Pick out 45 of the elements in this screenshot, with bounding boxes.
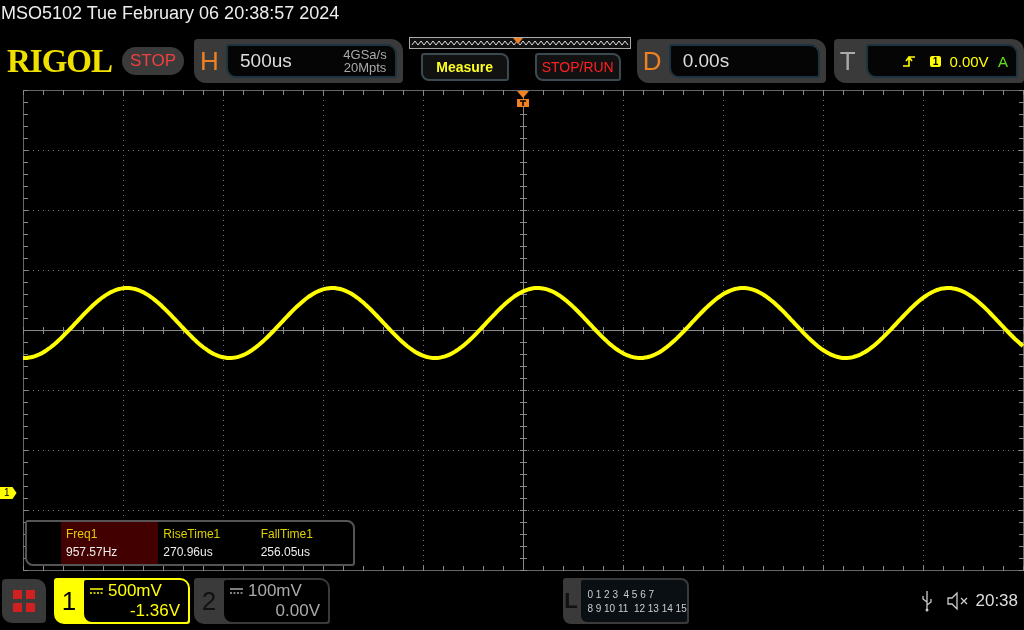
- measurement-name: Freq1: [66, 527, 99, 541]
- channel-offset: 0.00V: [275, 601, 320, 621]
- measurement-name: RiseTime1: [163, 527, 222, 541]
- measurement-value: 957.57Hz: [66, 545, 119, 559]
- trigger-source: 1: [929, 55, 942, 67]
- channel-offset-marker[interactable]: 1: [0, 487, 17, 499]
- channel-number: 1: [60, 584, 78, 618]
- logic-channel-numbers: 0 1 2 3 4 5 6 7: [587, 588, 656, 600]
- horizontal-label: H: [200, 45, 220, 77]
- grid-icon: [12, 589, 36, 613]
- delay-panel[interactable]: D 0.00s: [636, 39, 826, 83]
- trigger-position-icon[interactable]: [516, 90, 530, 108]
- usb-icon: [921, 590, 934, 612]
- memory-depth: 20Mpts: [343, 61, 387, 74]
- measurement-value: 270.96us: [163, 545, 214, 559]
- menu-button[interactable]: [2, 579, 46, 623]
- measurement-value: 256.05us: [260, 545, 312, 559]
- measurement-name: FallTime1: [260, 527, 314, 541]
- stop-run-button[interactable]: STOP/RUN: [534, 53, 621, 81]
- logic-channel-numbers: 8 9 10 11 12 13 14 15: [587, 602, 687, 614]
- measurement-item[interactable]: RiseTime1 270.96us: [158, 522, 256, 564]
- device-title: MSO5102 Tue February 06 20:38:57 2024: [1, 3, 340, 23]
- dc-coupling-icon: [230, 588, 243, 594]
- rising-edge-icon: [901, 54, 916, 68]
- memory-strip-icon: [408, 37, 631, 49]
- channel-scale: 500mV: [108, 581, 162, 601]
- brand-logo: RIGOL: [7, 42, 114, 80]
- sample-rate: 4GSa/s: [343, 48, 387, 61]
- channel-panel[interactable]: 1 500mV -1.36V: [54, 578, 190, 624]
- trigger-label: T: [839, 45, 857, 77]
- trigger-level: 0.00V: [949, 52, 990, 70]
- channel-scale: 100mV: [248, 581, 302, 601]
- measure-button[interactable]: Measure: [420, 53, 509, 81]
- horizontal-panel[interactable]: H 500us 4GSa/s 20Mpts: [194, 39, 403, 83]
- delay-value: 0.00s: [682, 50, 731, 72]
- trigger-panel[interactable]: T 1 0.00V A: [833, 39, 1024, 83]
- dc-coupling-icon: [90, 588, 103, 594]
- measurement-item[interactable]: Freq1 957.57Hz: [61, 522, 159, 564]
- timebase-value: 500us: [240, 50, 293, 72]
- delay-label: D: [642, 45, 663, 77]
- trigger-mode: A: [998, 52, 1008, 70]
- speaker-muted-icon[interactable]: [947, 591, 970, 611]
- channel-offset: -1.36V: [129, 601, 180, 621]
- clock: 20:38: [975, 591, 1018, 611]
- measurement-item[interactable]: FallTime1 256.05us: [255, 522, 353, 564]
